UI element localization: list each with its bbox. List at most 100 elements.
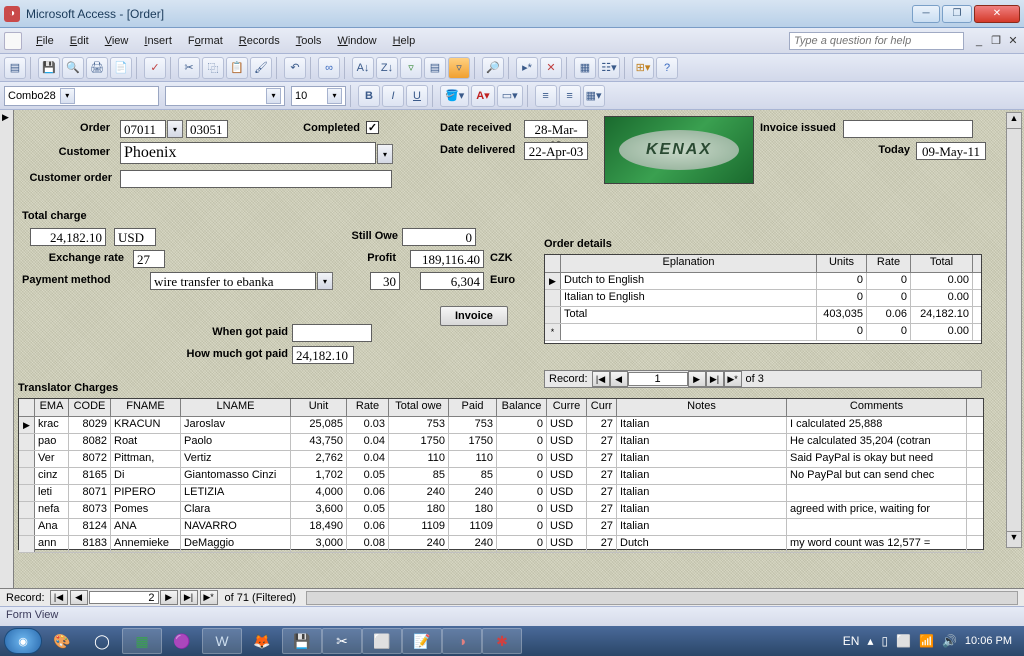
new-object-button[interactable]: ☷▾ — [598, 57, 620, 79]
tb-firefox[interactable]: 🦊 — [242, 628, 282, 654]
how-much-got-paid-field[interactable]: 24,182.10 — [292, 346, 354, 364]
bold-button[interactable]: B — [358, 85, 380, 107]
find-button[interactable]: 🔎 — [482, 57, 504, 79]
filter-selection-button[interactable]: ▿ — [400, 57, 422, 79]
tray-network-icon[interactable]: 📶 — [919, 634, 934, 648]
help-search-input[interactable] — [789, 32, 964, 50]
copy-button[interactable]: ⿻ — [202, 57, 224, 79]
order-details-row[interactable]: *000.00 — [545, 324, 981, 341]
tb-word[interactable]: W — [202, 628, 242, 654]
translator-row[interactable]: nefa8073PomesClara3,6000.051801800USD27I… — [19, 502, 983, 519]
od-nav-last-button[interactable]: ▶| — [706, 371, 724, 387]
tb-app-6[interactable]: ✱ — [482, 628, 522, 654]
special-effect-button[interactable]: ▦▾ — [583, 85, 605, 107]
menu-edit[interactable]: Edit — [62, 32, 97, 50]
format-painter-button[interactable]: 🖌 — [250, 57, 272, 79]
order-details-recnav[interactable]: Record: |◀ ◀ 1 ▶ ▶| ▶* of 3 — [544, 370, 982, 388]
order-dropdown-button[interactable]: ▾ — [167, 120, 183, 138]
tray-flag-icon[interactable]: ▯ — [881, 634, 888, 648]
menu-file[interactable]: File — [28, 32, 62, 50]
tray-action-icon[interactable]: ⬜ — [896, 634, 911, 648]
tb-app-1[interactable]: 🎨 — [42, 628, 82, 654]
close-button[interactable]: ✕ — [974, 5, 1020, 23]
translator-row[interactable]: pao8082RoatPaolo43,7500.04175017500USD27… — [19, 434, 983, 451]
print-button[interactable]: 🖨 — [86, 57, 108, 79]
line-color-button[interactable]: ▭▾ — [497, 85, 523, 107]
currency-field[interactable]: USD — [114, 228, 156, 246]
order-details-row[interactable]: Italian to English000.00 — [545, 290, 981, 307]
hyperlink-button[interactable]: ∞ — [318, 57, 340, 79]
menu-view[interactable]: View — [97, 32, 137, 50]
date-received-field[interactable]: 28-Mar-03 — [524, 120, 588, 138]
print-preview-button[interactable]: 📄 — [110, 57, 132, 79]
order-a-field[interactable]: 07011 — [120, 120, 166, 138]
translator-charges-subform[interactable]: EMA CODE FNAME LNAME Unit Rate Total owe… — [18, 398, 984, 550]
menu-tools[interactable]: Tools — [288, 32, 330, 50]
delete-record-button[interactable]: ✕ — [540, 57, 562, 79]
tb-access[interactable]: ◑ — [442, 628, 482, 654]
object-combo[interactable]: Combo28▾ — [4, 86, 159, 106]
order-b-field[interactable]: 03051 — [186, 120, 228, 138]
nav-next-button[interactable]: ▶ — [160, 590, 178, 605]
nav-last-button[interactable]: ▶| — [180, 590, 198, 605]
euro-rate-field[interactable]: 30 — [370, 272, 400, 290]
fill-color-button[interactable]: 🪣▾ — [440, 85, 469, 107]
customer-field[interactable]: Phoenix — [120, 142, 376, 164]
mdi-restore-button[interactable]: ❐ — [989, 35, 1003, 47]
tb-chrome[interactable]: ◯ — [82, 628, 122, 654]
new-record-button[interactable]: ▸* — [516, 57, 538, 79]
system-tray[interactable]: EN ▴ ▯ ⬜ 📶 🔊 10:06 PM — [843, 634, 1020, 648]
minimize-button[interactable]: ─ — [912, 5, 940, 23]
total-charge-field[interactable]: 24,182.10 — [30, 228, 106, 246]
tray-clock[interactable]: 10:06 PM — [965, 635, 1012, 647]
nav-prev-button[interactable]: ◀ — [70, 590, 88, 605]
fontsize-combo[interactable]: 10▾ — [291, 86, 346, 106]
menu-insert[interactable]: Insert — [136, 32, 180, 50]
main-record-nav[interactable]: Record: |◀ ◀ 2 ▶ ▶| ▶* of 71 (Filtered) — [0, 588, 1024, 606]
menu-records[interactable]: Records — [231, 32, 288, 50]
italic-button[interactable]: I — [382, 85, 404, 107]
undo-button[interactable]: ↶ — [284, 57, 306, 79]
translator-row[interactable]: leti8071PIPEROLETIZIA4,0000.062402400USD… — [19, 485, 983, 502]
mdi-close-button[interactable]: ✕ — [1006, 35, 1020, 47]
exchange-rate-field[interactable]: 27 — [133, 250, 165, 268]
translator-row[interactable]: ▶krac8029KRACUNJaroslav25,0850.037537530… — [19, 417, 983, 434]
record-selector-bar[interactable] — [0, 110, 14, 588]
tray-volume-icon[interactable]: 🔊 — [942, 634, 957, 648]
date-delivered-field[interactable]: 22-Apr-03 — [524, 142, 588, 160]
payment-method-field[interactable]: wire transfer to ebanka — [150, 272, 316, 290]
invoice-button[interactable]: Invoice — [440, 306, 508, 326]
nav-first-button[interactable]: |◀ — [50, 590, 68, 605]
nav-new-button[interactable]: ▶* — [200, 590, 218, 605]
tb-save[interactable]: 💾 — [282, 628, 322, 654]
od-nav-first-button[interactable]: |◀ — [592, 371, 610, 387]
euro-val-field[interactable]: 6,304 — [420, 272, 484, 290]
tb-app-3[interactable]: ✂ — [322, 628, 362, 654]
paste-button[interactable]: 📋 — [226, 57, 248, 79]
translator-row[interactable]: cinz8165DiGiantomasso Cinzi1,7020.058585… — [19, 468, 983, 485]
translator-row[interactable]: Ana8124ANANAVARRO18,4900.06110911090USD2… — [19, 519, 983, 536]
align-left-button[interactable]: ≡ — [535, 85, 557, 107]
translator-row[interactable]: ann8183AnnemiekeDeMaggio3,0000.082402400… — [19, 536, 983, 553]
tb-excel[interactable]: ▦ — [122, 628, 162, 654]
menu-window[interactable]: Window — [329, 32, 384, 50]
nav-pos[interactable]: 2 — [89, 591, 159, 604]
customer-dropdown-button[interactable]: ▾ — [377, 144, 393, 164]
tb-app-5[interactable]: 📝 — [402, 628, 442, 654]
when-got-paid-field[interactable] — [292, 324, 372, 342]
start-button[interactable]: ◉ — [4, 628, 42, 654]
sort-asc-button[interactable]: A↓ — [352, 57, 374, 79]
completed-checkbox[interactable]: ✓ — [366, 121, 379, 134]
customer-order-field[interactable] — [120, 170, 392, 188]
save-button[interactable]: 💾 — [38, 57, 60, 79]
translator-row[interactable]: Ver8072Pittman,Vertiz2,7620.041101100USD… — [19, 451, 983, 468]
font-combo[interactable]: ▾ — [165, 86, 285, 106]
sort-desc-button[interactable]: Z↓ — [376, 57, 398, 79]
maximize-button[interactable]: ❐ — [942, 5, 972, 23]
tray-lang[interactable]: EN — [843, 634, 860, 648]
underline-button[interactable]: U — [406, 85, 428, 107]
menu-format[interactable]: Format — [180, 32, 231, 50]
od-nav-prev-button[interactable]: ◀ — [610, 371, 628, 387]
view-button[interactable]: ▤ — [4, 57, 26, 79]
help-button[interactable]: ? — [656, 57, 678, 79]
